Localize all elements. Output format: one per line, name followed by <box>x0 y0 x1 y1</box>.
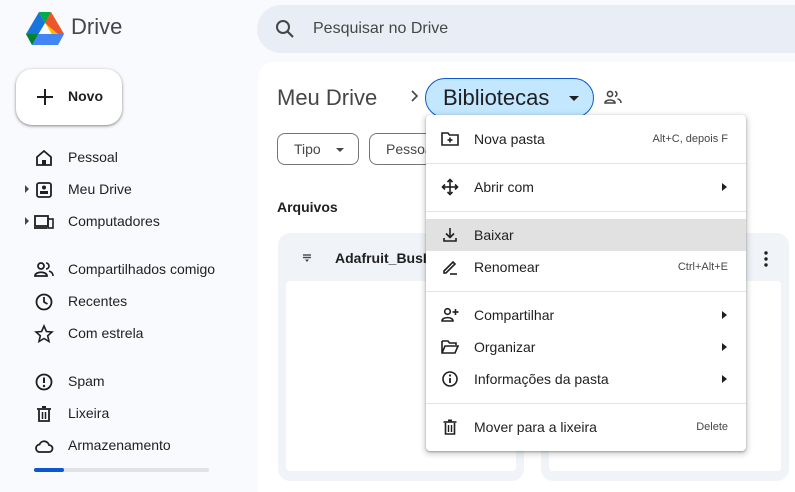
sidebar-item-armazenamento[interactable]: Armazenamento <box>0 429 250 461</box>
menu-item-label: Compartilhar <box>474 307 555 323</box>
menu-item-label: Nova pasta <box>474 131 545 147</box>
breadcrumb-current[interactable]: Bibliotecas <box>425 78 594 118</box>
submenu-arrow-icon <box>722 375 727 383</box>
more-options-icon[interactable] <box>757 250 775 268</box>
info-icon <box>441 370 459 388</box>
sidebar-item-computadores[interactable]: Computadores <box>0 205 250 237</box>
add-person-icon <box>441 306 459 324</box>
filter-type-chip[interactable]: Tipo <box>277 133 359 165</box>
trash-icon <box>34 404 54 424</box>
menu-divider <box>426 163 746 164</box>
cloud-icon <box>34 436 54 456</box>
clock-icon <box>34 292 54 312</box>
menu-item-label: Informações da pasta <box>474 371 609 387</box>
expand-caret-icon[interactable] <box>25 185 29 193</box>
context-menu: Nova pasta Alt+C, depois F Abrir com Bai… <box>426 115 746 451</box>
download-icon <box>441 226 459 244</box>
breadcrumb-root[interactable]: Meu Drive <box>277 85 377 111</box>
menu-divider <box>426 291 746 292</box>
storage-bar-fill <box>34 468 64 472</box>
pencil-icon <box>441 258 459 276</box>
trash-icon <box>441 418 459 436</box>
sidebar-item-label: Spam <box>68 373 105 389</box>
spam-icon <box>34 372 54 392</box>
submenu-arrow-icon <box>722 343 727 351</box>
my-drive-icon <box>34 180 54 200</box>
menu-item-share[interactable]: Compartilhar <box>426 299 746 331</box>
people-icon <box>34 260 54 280</box>
menu-item-shortcut: Alt+C, depois F <box>652 133 728 145</box>
sidebar-item-lixeira[interactable]: Lixeira <box>0 397 250 429</box>
sidebar-item-label: Meu Drive <box>68 181 132 197</box>
drive-logo[interactable] <box>26 12 64 46</box>
dropdown-arrow-icon <box>336 148 344 152</box>
menu-item-organize[interactable]: Organizar <box>426 331 746 363</box>
sidebar-item-compartilhados[interactable]: Compartilhados comigo <box>0 253 250 285</box>
star-icon <box>34 324 54 344</box>
dropdown-arrow-icon <box>569 96 579 101</box>
brand-title: Drive <box>71 14 123 39</box>
breadcrumb-current-label: Bibliotecas <box>443 85 550 110</box>
sidebar-item-meu-drive[interactable]: Meu Drive <box>0 173 250 205</box>
search-bar[interactable]: Pesquisar no Drive <box>257 5 795 53</box>
menu-item-move-to-trash[interactable]: Mover para a lixeira Delete <box>426 411 746 443</box>
sidebar-item-label: Com estrela <box>68 325 144 341</box>
home-icon <box>34 148 54 168</box>
menu-divider <box>426 403 746 404</box>
new-button[interactable]: Novo <box>16 69 122 125</box>
menu-item-shortcut: Delete <box>696 421 728 433</box>
sidebar-item-spam[interactable]: Spam <box>0 365 250 397</box>
menu-item-label: Mover para a lixeira <box>474 419 597 435</box>
menu-item-download[interactable]: Baixar <box>426 219 746 251</box>
sidebar-item-label: Compartilhados comigo <box>68 261 216 277</box>
file-name: Adafruit_BusIO <box>335 250 438 266</box>
folder-icon <box>300 250 314 264</box>
menu-item-open-with[interactable]: Abrir com <box>426 171 746 203</box>
shared-folder-icon[interactable] <box>603 88 623 108</box>
submenu-arrow-icon <box>722 183 727 191</box>
plus-icon <box>34 86 56 108</box>
menu-item-new-folder[interactable]: Nova pasta Alt+C, depois F <box>426 123 746 155</box>
move-arrows-icon <box>441 178 459 196</box>
menu-item-shortcut: Ctrl+Alt+E <box>677 261 728 273</box>
new-button-label: Novo <box>68 88 103 104</box>
sidebar-item-pessoal[interactable]: Pessoal <box>0 141 250 173</box>
sidebar-item-label: Pessoal <box>68 149 118 165</box>
chevron-right-icon <box>407 89 421 103</box>
menu-item-label: Abrir com <box>474 179 534 195</box>
menu-item-rename[interactable]: Renomear Ctrl+Alt+E <box>426 251 746 283</box>
menu-divider <box>426 211 746 212</box>
sidebar-item-recentes[interactable]: Recentes <box>0 285 250 317</box>
menu-item-label: Renomear <box>474 259 540 275</box>
submenu-arrow-icon <box>722 311 727 319</box>
search-icon[interactable] <box>275 19 295 39</box>
filter-type-label: Tipo <box>294 141 321 157</box>
sidebar-item-label: Lixeira <box>68 405 110 421</box>
menu-item-label: Organizar <box>474 339 536 355</box>
sidebar-item-com-estrela[interactable]: Com estrela <box>0 317 250 349</box>
sidebar-item-label: Armazenamento <box>68 437 171 453</box>
computers-icon <box>34 212 54 232</box>
expand-caret-icon[interactable] <box>25 217 29 225</box>
section-title: Arquivos <box>277 199 338 215</box>
menu-item-label: Baixar <box>474 227 514 243</box>
storage-bar <box>34 468 209 472</box>
search-input[interactable]: Pesquisar no Drive <box>313 20 448 38</box>
sidebar-item-label: Computadores <box>68 213 160 229</box>
menu-item-folder-info[interactable]: Informações da pasta <box>426 363 746 395</box>
sidebar-item-label: Recentes <box>68 293 128 309</box>
new-folder-icon <box>441 130 459 148</box>
folder-open-icon <box>441 338 459 356</box>
